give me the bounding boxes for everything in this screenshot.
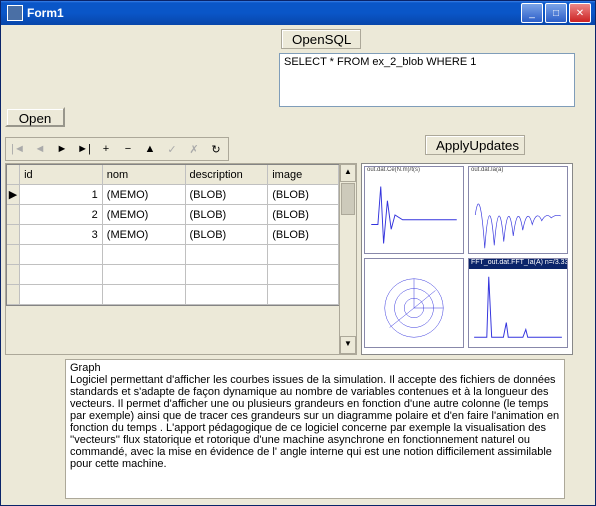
app-icon	[7, 5, 23, 21]
chart-top-right: out.dat.Ia(a)	[468, 166, 568, 254]
cell[interactable]: (BLOB)	[185, 205, 268, 225]
open-button[interactable]: Open	[5, 107, 65, 127]
nav-refresh-button[interactable]: ↻	[205, 139, 227, 159]
table-row[interactable]: ▶ 1 (MEMO) (BLOB) (BLOB)	[7, 185, 339, 205]
apply-updates-button[interactable]: ApplyUpdates	[425, 135, 525, 155]
close-button[interactable]: ✕	[569, 3, 591, 23]
nav-prev-button[interactable]: ◄	[29, 139, 51, 159]
scroll-up-icon[interactable]: ▲	[340, 164, 356, 182]
nav-last-button[interactable]: ►|	[73, 139, 95, 159]
cell[interactable]: (BLOB)	[185, 185, 268, 205]
nav-first-button[interactable]: |◄	[7, 139, 29, 159]
db-navigator: |◄ ◄ ► ►| + − ▲ ✓ ✗ ↻	[5, 137, 229, 161]
scroll-thumb[interactable]	[341, 183, 355, 215]
cell[interactable]: 3	[20, 225, 103, 245]
titlebar[interactable]: Form1 _ □ ✕	[1, 1, 595, 25]
maximize-button[interactable]: □	[545, 3, 567, 23]
nav-insert-button[interactable]: +	[95, 139, 117, 159]
image-preview: out.dat.Ce(N.m)/t(s) out.dat.Ia(a) FFT_o…	[361, 163, 573, 355]
row-indicator-icon: ▶	[7, 185, 20, 205]
cell[interactable]: 2	[20, 205, 103, 225]
col-header-id[interactable]: id	[20, 165, 103, 185]
nav-delete-button[interactable]: −	[117, 139, 139, 159]
chart-top-left: out.dat.Ce(N.m)/t(s)	[364, 166, 464, 254]
chart-bottom-left	[364, 258, 464, 348]
sql-textarea[interactable]: SELECT * FROM ex_2_blob WHERE 1	[279, 53, 575, 107]
chart-label	[365, 259, 463, 269]
col-header-nom[interactable]: nom	[102, 165, 185, 185]
col-header-description[interactable]: description	[185, 165, 268, 185]
minimize-button[interactable]: _	[521, 3, 543, 23]
chart-titlebar: FFT_out.dat.FFT_Ia(A) n=/3.3333e...	[469, 259, 567, 269]
scroll-down-icon[interactable]: ▼	[340, 336, 356, 354]
main-window: Form1 _ □ ✕ OpenSQL SELECT * FROM ex_2_b…	[0, 0, 596, 506]
window-title: Form1	[27, 6, 521, 20]
description-text: Logiciel permettant d'afficher les courb…	[70, 374, 560, 470]
row-indicator	[7, 225, 20, 245]
col-header-image[interactable]: image	[268, 165, 339, 185]
cell[interactable]: (BLOB)	[268, 205, 339, 225]
sql-text: SELECT * FROM ex_2_blob WHERE 1	[284, 56, 476, 68]
cell[interactable]: (MEMO)	[102, 205, 185, 225]
row-indicator	[7, 205, 20, 225]
cell[interactable]: (MEMO)	[102, 185, 185, 205]
cell[interactable]: (BLOB)	[268, 225, 339, 245]
grid-scrollbar[interactable]: ▲ ▼	[339, 164, 356, 354]
db-grid[interactable]: id nom description image ▶ 1 (MEMO) (BLO…	[7, 165, 339, 305]
chart-label: out.dat.Ia(a)	[469, 167, 567, 177]
description-title: Graph	[70, 362, 560, 374]
cell[interactable]: (BLOB)	[268, 185, 339, 205]
nav-cancel-button[interactable]: ✗	[183, 139, 205, 159]
nav-post-button[interactable]: ✓	[161, 139, 183, 159]
row-header-blank	[7, 165, 20, 185]
open-sql-button[interactable]: OpenSQL	[281, 29, 361, 49]
chart-label: out.dat.Ce(N.m)/t(s)	[365, 167, 463, 177]
cell[interactable]: (BLOB)	[185, 225, 268, 245]
nav-next-button[interactable]: ►	[51, 139, 73, 159]
description-panel[interactable]: Graph Logiciel permettant d'afficher les…	[65, 359, 565, 499]
table-row[interactable]: 2 (MEMO) (BLOB) (BLOB)	[7, 205, 339, 225]
cell[interactable]: (MEMO)	[102, 225, 185, 245]
chart-bottom-right: FFT_out.dat.FFT_Ia(A) n=/3.3333e...	[468, 258, 568, 348]
grid-panel: id nom description image ▶ 1 (MEMO) (BLO…	[5, 163, 357, 355]
cell[interactable]: 1	[20, 185, 103, 205]
nav-edit-button[interactable]: ▲	[139, 139, 161, 159]
table-row[interactable]: 3 (MEMO) (BLOB) (BLOB)	[7, 225, 339, 245]
